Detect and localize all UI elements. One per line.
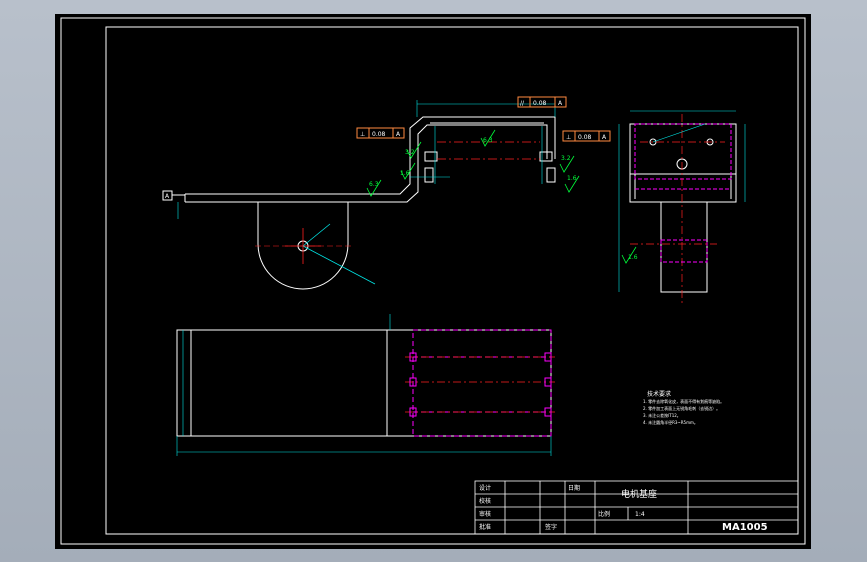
notes-line: 1. 零件去除氧化皮，表面不得有划痕等缺陷。 [643, 398, 724, 404]
roughness-label: 3.2 [405, 149, 415, 156]
cad-viewport[interactable]: A // 0.08 A ⊥ 0.08 A ⊥ 0.08 A 6.3 3.2 1.… [55, 14, 811, 549]
tolerance-frame-right: ⊥ 0.08 A [562, 130, 611, 142]
tb-date: 日期 [568, 484, 580, 492]
tb-check: 校核 [479, 497, 491, 505]
outer-border [60, 17, 806, 545]
tb-review: 审核 [479, 510, 491, 518]
notes-line: 3. 未注公差按IT12。 [643, 412, 681, 418]
front-view [184, 116, 556, 290]
roughness-label: 6.3 [483, 137, 493, 144]
tb-design: 设计 [479, 484, 491, 492]
svg-text:A: A [396, 131, 401, 138]
datum-marker: A [162, 190, 185, 219]
svg-text://: // [520, 100, 525, 107]
tb-approve: 批准 [479, 523, 491, 531]
svg-text:A: A [165, 193, 170, 200]
tolerance-frame-left: ⊥ 0.08 A [356, 127, 405, 139]
tb-part-name: 电机基座 [621, 488, 657, 500]
svg-text:0.08: 0.08 [578, 134, 592, 141]
svg-text:⊥: ⊥ [360, 131, 365, 138]
svg-text:A: A [602, 134, 607, 141]
roughness-label: 1.6 [567, 175, 577, 182]
tolerance-frame-top: // 0.08 A [517, 96, 567, 108]
notes-title: 技术要求 [647, 390, 671, 398]
roughness-label: 3.2 [561, 155, 571, 162]
top-dimensions [176, 314, 552, 456]
tb-drawing-no: MA1005 [722, 522, 768, 533]
technical-notes: 技术要求 1. 零件去除氧化皮，表面不得有划痕等缺陷。 2. 零件加工表面上无锐… [643, 390, 724, 425]
top-view [176, 329, 555, 437]
roughness-label: 6.3 [369, 181, 379, 188]
roughness-label: 1.6 [400, 170, 410, 177]
notes-line: 2. 零件加工表面上无锐角毛刺（去锐边）。 [643, 405, 720, 411]
cad-drawing: A // 0.08 A ⊥ 0.08 A ⊥ 0.08 A 6.3 3.2 1.… [60, 17, 806, 545]
svg-text:0.08: 0.08 [372, 131, 386, 138]
svg-text:A: A [558, 100, 563, 107]
svg-text:⊥: ⊥ [566, 134, 571, 141]
notes-line: 4. 未注圆角半径R3~R5mm。 [643, 419, 698, 425]
svg-text:0.08: 0.08 [533, 100, 547, 107]
roughness-label: 1.6 [628, 254, 638, 261]
inner-border [105, 26, 799, 535]
tb-scale-label: 比例 [598, 510, 610, 518]
tb-scale-value: 1:4 [635, 511, 645, 518]
side-view [629, 114, 737, 304]
tb-sign: 签字 [545, 523, 557, 531]
